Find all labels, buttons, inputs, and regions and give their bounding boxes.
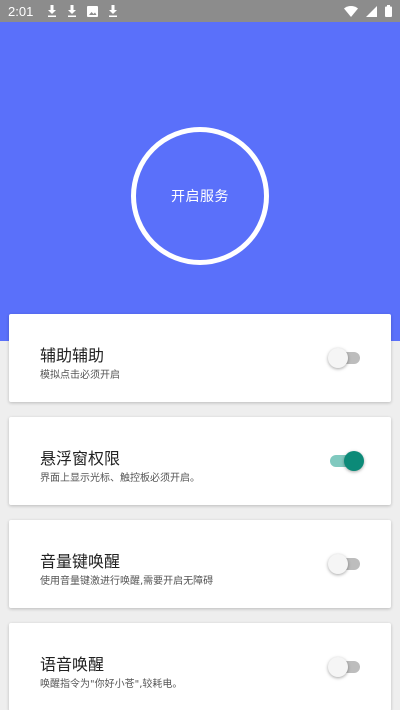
accessibility-toggle[interactable] xyxy=(328,348,364,368)
switch-thumb xyxy=(328,554,348,574)
setting-card-accessibility: 辅助辅助 模拟点击必须开启 xyxy=(9,314,391,402)
setting-card-floating-window: 悬浮窗权限 界面上显示光标、触控板必须开启。 xyxy=(9,417,391,505)
setting-card-volume-key-wake: 音量键唤醒 使用音量键激进行唤醒,需要开启无障碍 xyxy=(9,520,391,608)
image-notification-icon xyxy=(87,5,99,17)
download-icon xyxy=(67,5,77,17)
floating-window-toggle[interactable] xyxy=(328,451,364,471)
setting-title: 悬浮窗权限 xyxy=(40,449,121,468)
download-icon xyxy=(47,5,57,17)
setting-title: 语音唤醒 xyxy=(40,655,105,674)
download-icon xyxy=(108,5,118,17)
switch-thumb xyxy=(328,348,348,368)
setting-description: 模拟点击必须开启 xyxy=(40,370,120,381)
setting-card-voice-wake: 语音唤醒 唤醒指令为"你好小苍",较耗电。 xyxy=(9,623,391,710)
switch-thumb xyxy=(328,657,348,677)
status-time: 2:01 xyxy=(8,3,34,19)
setting-title: 音量键唤醒 xyxy=(40,552,121,571)
signal-icon xyxy=(366,5,377,17)
setting-description: 唤醒指令为"你好小苍",较耗电。 xyxy=(40,679,183,690)
voice-wake-toggle[interactable] xyxy=(328,657,364,677)
hero-panel: 开启服务 xyxy=(0,22,400,341)
switch-thumb xyxy=(344,451,364,471)
status-bar: 2:01 xyxy=(0,0,400,22)
app-screen: 2:01 开启服务 辅助辅助 模拟点击必须开启 悬浮窗权限 界面上显示光标、触控… xyxy=(0,0,400,710)
battery-icon xyxy=(385,5,392,17)
setting-description: 使用音量键激进行唤醒,需要开启无障碍 xyxy=(40,576,214,587)
wifi-icon xyxy=(344,5,358,17)
setting-description: 界面上显示光标、触控板必须开启。 xyxy=(40,473,200,484)
notification-icons xyxy=(47,5,118,17)
system-icons xyxy=(344,5,392,17)
start-service-button[interactable]: 开启服务 xyxy=(131,127,269,265)
volume-key-wake-toggle[interactable] xyxy=(328,554,364,574)
setting-title: 辅助辅助 xyxy=(40,346,105,365)
start-service-label: 开启服务 xyxy=(171,189,229,205)
